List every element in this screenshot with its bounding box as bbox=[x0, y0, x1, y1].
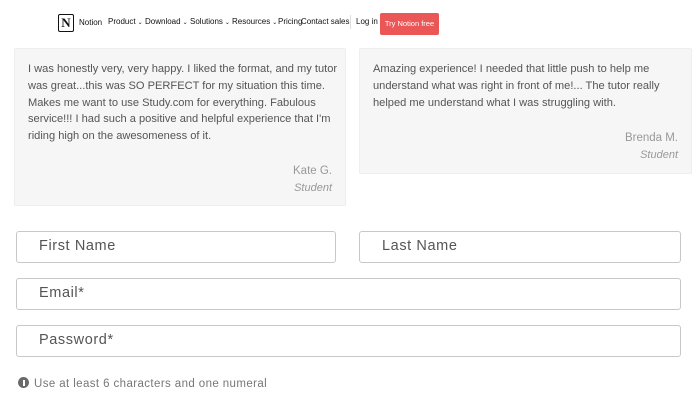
testimonial-role: Student bbox=[640, 149, 678, 161]
brand-name[interactable]: Notion bbox=[79, 18, 102, 27]
last-name-field[interactable]: Last Name bbox=[359, 231, 681, 263]
nav-solutions-label: Solutions bbox=[190, 17, 223, 26]
nav-download[interactable]: Download ⌄ bbox=[145, 17, 188, 26]
notion-logo-icon[interactable]: N bbox=[58, 14, 74, 32]
testimonial-card: I was honestly very, very happy. I liked… bbox=[14, 48, 346, 206]
nav-login-label: Log in bbox=[356, 17, 378, 26]
chevron-down-icon: ⌄ bbox=[224, 20, 230, 26]
email-placeholder: Email* bbox=[39, 285, 85, 301]
nav-resources-label: Resources bbox=[232, 17, 271, 26]
chevron-down-icon: ⌄ bbox=[182, 20, 188, 26]
password-hint: Use at least 6 characters and one numera… bbox=[18, 377, 267, 390]
nav-resources[interactable]: Resources ⌄ bbox=[232, 17, 277, 26]
nav-product[interactable]: Product ⌄ bbox=[108, 17, 143, 26]
chevron-down-icon: ⌄ bbox=[137, 20, 143, 26]
nav-contact-sales[interactable]: Contact sales bbox=[301, 17, 349, 26]
nav-login[interactable]: Log in bbox=[356, 17, 378, 26]
chevron-down-icon: ⌄ bbox=[272, 20, 278, 26]
password-field[interactable]: Password* bbox=[16, 325, 681, 357]
testimonial-quote: Amazing experience! I needed that little… bbox=[373, 63, 660, 109]
first-name-field[interactable]: First Name bbox=[16, 231, 336, 263]
nav-product-label: Product bbox=[108, 17, 136, 26]
try-notion-free-button[interactable]: Try Notion free bbox=[380, 13, 439, 35]
password-hint-text: Use at least 6 characters and one numera… bbox=[34, 378, 268, 390]
nav-pricing[interactable]: Pricing bbox=[278, 17, 302, 26]
nav-contact-sales-label: Contact sales bbox=[301, 17, 350, 26]
testimonial-card: Amazing experience! I needed that little… bbox=[359, 48, 692, 174]
testimonial-role: Student bbox=[294, 182, 332, 194]
testimonial-quote: I was honestly very, very happy. I liked… bbox=[28, 63, 338, 143]
password-placeholder: Password* bbox=[39, 332, 114, 348]
testimonial-author: Kate G. bbox=[293, 165, 332, 177]
info-icon bbox=[18, 377, 29, 388]
nav-solutions[interactable]: Solutions ⌄ bbox=[190, 17, 230, 26]
first-name-placeholder: First Name bbox=[39, 238, 116, 254]
nav-divider bbox=[350, 15, 351, 29]
top-nav: N Notion Product ⌄ Download ⌄ Solutions ⌄ R… bbox=[0, 0, 700, 46]
email-field[interactable]: Email* bbox=[16, 278, 681, 310]
nav-pricing-label: Pricing bbox=[278, 17, 303, 26]
nav-download-label: Download bbox=[145, 17, 181, 26]
last-name-placeholder: Last Name bbox=[382, 238, 458, 254]
testimonial-author: Brenda M. bbox=[624, 132, 678, 144]
